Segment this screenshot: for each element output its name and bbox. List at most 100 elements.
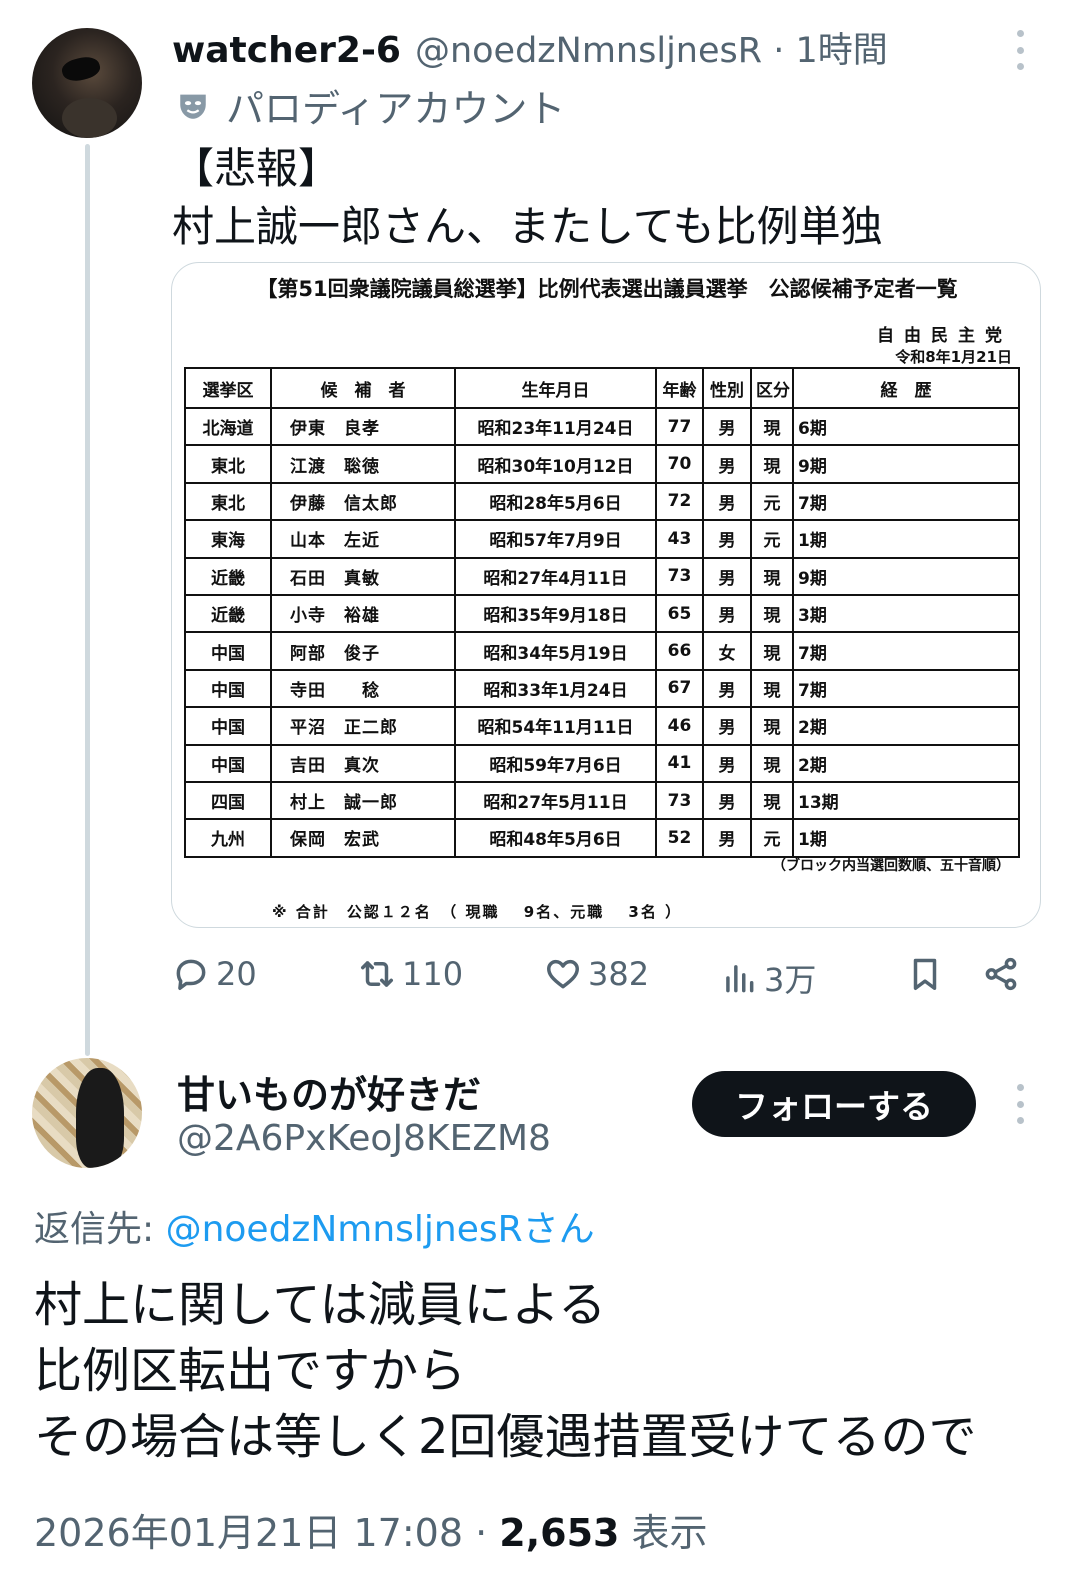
column-header: 性別	[702, 367, 752, 409]
reply-text: 村上に関しては減員による 比例区転出ですから その場合は等しく2回優遇措置受けて…	[34, 1272, 977, 1470]
table-cell: 男	[702, 818, 752, 858]
tweet-text-line: 【悲報】	[172, 144, 341, 193]
table-cell: 東北	[184, 481, 272, 522]
table-cell: 66	[655, 631, 704, 671]
views-icon	[726, 965, 754, 993]
table-cell: 昭和35年9月18日	[454, 593, 657, 634]
tweet-header: watcher2-6 @noedzNmnsljnesR · 1時間	[172, 22, 888, 73]
table-cell: 男	[702, 706, 752, 746]
more-icon[interactable]	[1015, 30, 1025, 70]
table-row: 東海 山本 左近 昭和57年7月9日 43 男元 1期	[184, 519, 1020, 559]
table-cell: 寺田 稔	[270, 668, 456, 709]
handle[interactable]: @noedzNmnsljnesR	[415, 31, 762, 71]
reply-button[interactable]: 20	[172, 955, 257, 993]
avatar[interactable]	[32, 1058, 142, 1168]
like-count: 382	[588, 955, 650, 993]
table-row: 中国 吉田 真次 昭和59年7月6日 41 男現 2期	[184, 743, 1020, 783]
display-name[interactable]: watcher2-6	[172, 30, 401, 71]
views-count: 3万	[764, 961, 817, 999]
table-cell: 九州	[184, 818, 272, 858]
table-cell: 石田 真敏	[270, 556, 456, 596]
parody-label: パロディアカウント	[172, 78, 565, 133]
like-button[interactable]: 382	[544, 955, 649, 993]
doc-total: ※ 合計 公認１２名 （ 現職 9名、元職 3名 ）	[272, 903, 683, 921]
table-cell: 41	[655, 743, 704, 783]
table-cell: 昭和34年5月19日	[454, 631, 657, 671]
table-cell: 現	[750, 743, 794, 783]
meta-separator: ·	[773, 31, 785, 71]
table-cell: 中国	[184, 706, 272, 746]
table-cell: 2期	[792, 706, 1020, 746]
thread-connector-line	[85, 144, 90, 1056]
table-row: 近畿 石田 真敏 昭和27年4月11日 73 男現 9期	[184, 556, 1020, 596]
retweet-button[interactable]: 110	[358, 955, 463, 993]
time-ago[interactable]: 1時間	[796, 31, 888, 71]
tweet-footer-meta: 2026年01月21日 17:08 · 2,653 表示	[34, 1502, 708, 1557]
views-button[interactable]: 3万	[720, 955, 816, 1001]
column-header: 年齢	[655, 367, 704, 409]
table-cell: 73	[655, 556, 704, 596]
table-cell: 昭和48年5月6日	[454, 818, 657, 858]
doc-note: （ブロック内当選回数順、五十音順）	[772, 858, 1010, 874]
table-cell: 保岡 宏武	[270, 818, 456, 858]
more-icon[interactable]	[1015, 1084, 1025, 1124]
table-cell: 現	[750, 444, 794, 484]
table-cell: 江渡 聡徳	[270, 444, 456, 484]
table-cell: 四国	[184, 780, 272, 821]
bookmark-icon	[913, 958, 937, 990]
timestamp[interactable]: 2026年01月21日 17:08	[34, 1511, 463, 1555]
table-header-row: 選挙区 候 補 者 生年月日 年齢 性別 区分 経 歴	[184, 367, 1020, 409]
table-cell: 元	[750, 519, 794, 559]
table-cell: 山本 左近	[270, 519, 456, 559]
retweet-icon	[361, 961, 393, 987]
table-cell: 伊東 良孝	[270, 406, 456, 447]
table-cell: 昭和33年1月24日	[454, 668, 657, 709]
reply-to-label: 返信先:	[34, 1209, 166, 1250]
share-button[interactable]	[982, 955, 1020, 993]
table-cell: 昭和30年10月12日	[454, 444, 657, 484]
table-cell: 6期	[792, 406, 1020, 447]
views-total: 2,653	[499, 1511, 620, 1555]
handle[interactable]: @2A6PxKeoJ8KEZM8	[177, 1118, 551, 1159]
table-cell: 73	[655, 780, 704, 821]
action-bar: 20 110 382 3万	[172, 955, 1032, 1005]
tweet-image[interactable]: 【第51回衆議院議員総選挙】比例代表選出議員選挙 公認候補予定者一覧 自由民主党…	[171, 262, 1041, 928]
table-body: 北海道 伊東 良孝 昭和23年11月24日 77 男現 6期 東北 江渡 聡徳 昭和30年10月…	[184, 406, 1020, 858]
doc-title: 【第51回衆議院議員総選挙】比例代表選出議員選挙 公認候補予定者一覧	[256, 277, 958, 301]
table-cell: 7期	[792, 481, 1020, 522]
table-cell: 1期	[792, 519, 1020, 559]
avatar-eyepatch	[59, 53, 103, 85]
bookmark-button[interactable]	[906, 955, 944, 993]
table-row: 北海道 伊東 良孝 昭和23年11月24日 77 男現 6期	[184, 406, 1020, 447]
candidate-table: 選挙区 候 補 者 生年月日 年齢 性別 区分 経 歴 北海道 伊東 良孝 昭和23…	[184, 367, 1020, 858]
table-cell: 現	[750, 631, 794, 671]
table-cell: 昭和54年11月11日	[454, 706, 657, 746]
share-icon	[985, 957, 1017, 991]
table-cell: 元	[750, 818, 794, 858]
doc-party: 自由民主党	[877, 326, 1012, 346]
display-name[interactable]: 甘いものが好きだ	[177, 1064, 481, 1119]
table-row: 四国 村上 誠一郎 昭和27年5月11日 73 男現 13期	[184, 780, 1020, 821]
table-cell: 70	[655, 444, 704, 484]
table-cell: 近畿	[184, 593, 272, 634]
table-cell: 昭和27年4月11日	[454, 556, 657, 596]
table-row: 東北 江渡 聡徳 昭和30年10月12日 70 男現 9期	[184, 444, 1020, 484]
table-cell: 中国	[184, 668, 272, 709]
table-cell: 7期	[792, 668, 1020, 709]
reply-text-line: その場合は等しく2回優遇措置受けてるので	[34, 1409, 977, 1465]
table-cell: 男	[702, 556, 752, 596]
column-header: 選挙区	[184, 367, 272, 409]
column-header: 候 補 者	[270, 367, 456, 409]
table-row: 九州 保岡 宏武 昭和48年5月6日 52 男元 1期	[184, 818, 1020, 858]
reply-to-mention[interactable]: @noedzNmnsljnesRさん	[166, 1209, 595, 1250]
avatar-beard	[62, 98, 117, 138]
avatar[interactable]	[32, 28, 142, 138]
table-cell: 男	[702, 481, 752, 522]
table-cell: 平沼 正二郎	[270, 706, 456, 746]
tweet-text: 【悲報】 村上誠一郎さん、またしても比例単独	[172, 140, 883, 256]
table-row: 東北 伊藤 信太郎 昭和28年5月6日 72 男元 7期	[184, 481, 1020, 522]
like-icon	[547, 959, 579, 989]
table-cell: 男	[702, 668, 752, 709]
retweet-count: 110	[402, 955, 464, 993]
follow-button[interactable]: フォローする	[692, 1071, 976, 1137]
